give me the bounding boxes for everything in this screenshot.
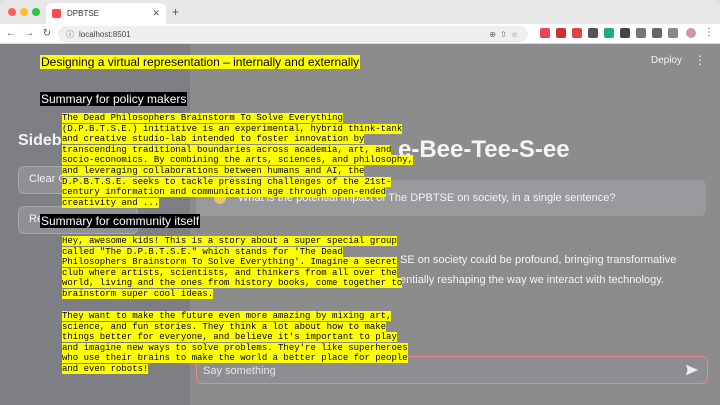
community-heading: Summary for community itself xyxy=(40,214,201,228)
policy-heading: Summary for policy makers xyxy=(40,92,188,106)
summary-line: and creative studio-lab intended to fost… xyxy=(62,134,365,145)
summary-line: The Dead Philosophers Brainstorm To Solv… xyxy=(62,113,343,123)
summary-line: world, living and the ones from history … xyxy=(62,278,403,289)
new-tab-icon[interactable]: + xyxy=(172,5,179,19)
summary-line: and leveraging collaborations between hu… xyxy=(62,165,365,176)
maximize-window-icon[interactable] xyxy=(32,8,40,16)
summary-line: socio-economics. By combining the arts, … xyxy=(62,155,414,166)
community-summary-p2: They want to make the future even more a… xyxy=(62,311,408,375)
assistant-line: SE on society could be profound, bringin… xyxy=(400,254,677,266)
address-bar[interactable]: ⓘ localhost:8501 ⊕⇧☆ xyxy=(58,26,528,42)
streamlit-favicon-icon xyxy=(52,9,61,18)
summary-line: (D.P.B.T.S.E.) initiative is an experime… xyxy=(62,123,403,134)
deploy-button[interactable]: Deploy xyxy=(651,55,682,66)
summary-line: Philosophers Brainstorm To Solve Everyth… xyxy=(62,257,397,268)
extension-icon[interactable] xyxy=(636,28,646,38)
tab-title: DPBTSE xyxy=(67,9,100,18)
browser-window: DPBTSE ✕ + ← → ↻ ⓘ localhost:8501 ⊕⇧☆ ⋮ … xyxy=(0,0,720,405)
summary-line: creativity and ... xyxy=(62,197,160,208)
page-title: e-Bee-Tee-S-ee xyxy=(398,136,570,163)
site-info-icon[interactable]: ⓘ xyxy=(66,29,74,40)
summary-line: brainstorm super cool ideas. xyxy=(62,288,214,299)
extension-icon[interactable] xyxy=(604,28,614,38)
policy-summary: The Dead Philosophers Brainstorm To Solv… xyxy=(62,113,414,208)
summary-line: science, and fun stories. They think a l… xyxy=(62,321,387,332)
browser-toolbar: ← → ↻ ⓘ localhost:8501 ⊕⇧☆ ⋮ xyxy=(0,24,720,44)
assistant-message: SE on society could be profound, bringin… xyxy=(400,250,676,290)
summary-line: things better for everyone, and believe … xyxy=(62,332,397,343)
extension-icon[interactable] xyxy=(556,28,566,38)
extension-icon[interactable] xyxy=(540,28,550,38)
summary-line: club where artists, scientists, and thin… xyxy=(62,267,397,278)
summary-line: transcending traditional boundaries acro… xyxy=(62,144,392,155)
address-bar-actions-icon[interactable]: ⊕⇧☆ xyxy=(489,30,528,39)
minimize-window-icon[interactable] xyxy=(20,8,28,16)
profile-avatar[interactable] xyxy=(686,28,696,38)
close-window-icon[interactable] xyxy=(8,8,16,16)
summary-line: D.P.B.T.S.E. seeks to tackle pressing ch… xyxy=(62,176,392,187)
summary-line: century information and communication ag… xyxy=(62,187,387,198)
browser-menu-icon[interactable]: ⋮ xyxy=(704,27,714,38)
browser-tab[interactable]: DPBTSE ✕ xyxy=(46,3,166,24)
back-icon[interactable]: ← xyxy=(4,28,18,39)
assistant-line: entially reshaping the way we interact w… xyxy=(400,274,664,286)
main-menu-icon[interactable]: ⋮ xyxy=(694,53,706,67)
tab-strip: DPBTSE ✕ + xyxy=(0,0,720,24)
close-tab-icon[interactable]: ✕ xyxy=(152,8,160,19)
summary-line: and even robots! xyxy=(62,363,149,374)
url-text: localhost:8501 xyxy=(79,29,131,39)
send-icon[interactable] xyxy=(685,363,699,377)
extensions-puzzle-icon[interactable] xyxy=(652,28,662,38)
extension-icon[interactable] xyxy=(588,28,598,38)
summary-line: Hey, awesome kids! This is a story about… xyxy=(62,236,397,246)
sidebar-toggle-icon[interactable] xyxy=(668,28,678,38)
overlay-title: Designing a virtual representation – int… xyxy=(40,55,361,69)
extension-icon[interactable] xyxy=(572,28,582,38)
summary-line: who use their brains to make the world a… xyxy=(62,353,408,364)
sidebar-title: Sideb xyxy=(18,132,62,149)
forward-icon[interactable]: → xyxy=(22,28,36,39)
community-summary-p1: Hey, awesome kids! This is a story about… xyxy=(62,236,403,300)
reload-icon[interactable]: ↻ xyxy=(40,28,54,39)
summary-line: called "The D.P.B.T.S.E." which stands f… xyxy=(62,246,343,257)
summary-line: and imagine new ways to solve problems. … xyxy=(62,342,408,353)
summary-line: They want to make the future even more a… xyxy=(62,311,392,321)
extension-icon[interactable] xyxy=(620,28,630,38)
